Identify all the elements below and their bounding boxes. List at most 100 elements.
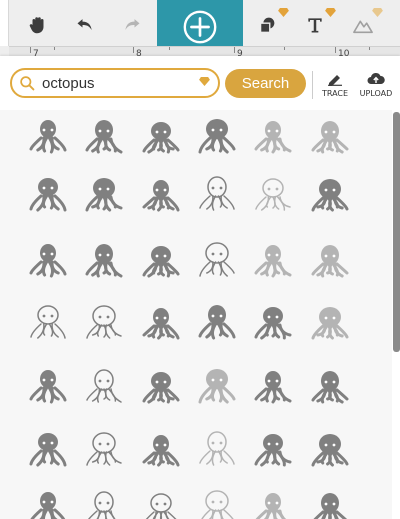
octopus-clipart-cut-icon bbox=[313, 493, 348, 519]
result-octopus-faint-curly[interactable] bbox=[302, 294, 358, 350]
octopus-star-tentacles-icon bbox=[142, 180, 180, 212]
result-octopus-circles[interactable] bbox=[76, 294, 132, 350]
result-octopus-patterned[interactable] bbox=[302, 358, 358, 414]
text-icon bbox=[308, 18, 322, 33]
octopus-tribal-icon bbox=[311, 434, 349, 467]
result-squid-simple[interactable] bbox=[133, 294, 189, 350]
octopus-hook-icon bbox=[29, 370, 67, 404]
octopus-tentacle-curl-icon bbox=[311, 121, 349, 154]
upload-label: UPLOAD bbox=[359, 89, 393, 98]
search-input[interactable] bbox=[42, 73, 192, 93]
image-icon bbox=[353, 20, 373, 34]
result-octopus-faint-cut[interactable] bbox=[245, 480, 301, 519]
result-octopus-cartoon-face[interactable] bbox=[133, 110, 189, 164]
octopus-long-legs-icon bbox=[85, 178, 123, 212]
result-octopus-star-tentacles[interactable] bbox=[133, 166, 189, 222]
result-octopus-hook[interactable] bbox=[20, 358, 76, 414]
plus-circle-icon bbox=[183, 10, 217, 44]
result-octopus-bubbles-cute[interactable] bbox=[189, 232, 245, 288]
octopus-line-art-icon bbox=[199, 431, 235, 466]
result-octopus-wavy[interactable] bbox=[76, 480, 132, 519]
octopus-faint-outline-icon bbox=[254, 245, 292, 278]
search-icon bbox=[20, 76, 35, 91]
undo-icon bbox=[77, 19, 92, 30]
premium-gem-icon bbox=[372, 8, 383, 17]
result-octopus-swirl[interactable] bbox=[245, 110, 301, 164]
octopus-big-eyes-icon bbox=[142, 372, 180, 404]
redo-button[interactable] bbox=[115, 8, 149, 42]
octopus-wavy-icon bbox=[87, 491, 116, 519]
octopus-compact-icon bbox=[29, 244, 67, 278]
result-octopus-faint-outline[interactable] bbox=[245, 232, 301, 288]
result-octopus-tiny-faint[interactable] bbox=[189, 358, 245, 414]
octopus-robot-icon bbox=[29, 433, 67, 467]
result-squid-sketch[interactable] bbox=[76, 110, 132, 164]
result-squid-vertical[interactable] bbox=[133, 421, 189, 477]
result-octopus-tall[interactable] bbox=[189, 294, 245, 350]
result-octopus-clipart-cut[interactable] bbox=[302, 480, 358, 519]
image-search-panel: Search TRACE UPLOAD bbox=[0, 56, 400, 519]
undo-button[interactable] bbox=[68, 8, 102, 42]
result-octopus-mermaid[interactable] bbox=[133, 232, 189, 288]
divider bbox=[312, 71, 313, 99]
premium-gem-icon bbox=[199, 77, 210, 86]
octopus-flat-small-icon bbox=[29, 178, 67, 212]
search-box[interactable] bbox=[10, 68, 220, 98]
trace-icon bbox=[328, 75, 342, 86]
octopus-faint-cut-icon bbox=[255, 493, 287, 519]
search-button[interactable]: Search bbox=[225, 69, 306, 98]
result-octopus-sketch[interactable] bbox=[133, 480, 189, 519]
shapes-icon bbox=[259, 17, 275, 34]
result-octopus-outline-round[interactable] bbox=[189, 166, 245, 222]
octopus-screaming-icon bbox=[86, 432, 122, 466]
octopus-outline-cut-icon bbox=[201, 490, 234, 519]
hand-tool-button[interactable] bbox=[21, 8, 55, 42]
octopus-swirl-icon bbox=[254, 121, 292, 154]
octopus-ornate-icon bbox=[254, 434, 292, 467]
octopus-partial-icon bbox=[30, 492, 66, 519]
upload-button[interactable]: UPLOAD bbox=[356, 72, 396, 104]
result-octopus-outline-cut[interactable] bbox=[189, 480, 245, 519]
octopus-bubbles-cute-icon bbox=[199, 242, 235, 277]
octopus-cartoon-face-icon bbox=[142, 122, 180, 154]
octopus-mermaid-icon bbox=[142, 246, 180, 278]
result-octopus-solid[interactable] bbox=[20, 110, 76, 164]
scrollbar[interactable] bbox=[393, 112, 400, 352]
hand-icon bbox=[29, 17, 44, 34]
octopus-ghost-outline-icon bbox=[255, 178, 291, 211]
octopus-blob-icon bbox=[254, 307, 292, 340]
result-octopus-big-eyes[interactable] bbox=[133, 358, 189, 414]
result-octopus-rings[interactable] bbox=[245, 358, 301, 414]
result-octopus-faint-small[interactable] bbox=[302, 232, 358, 288]
result-octopus-line-small[interactable] bbox=[20, 294, 76, 350]
result-octopus-screaming[interactable] bbox=[76, 421, 132, 477]
result-octopus-ornate[interactable] bbox=[245, 421, 301, 477]
result-octopus-robot[interactable] bbox=[20, 421, 76, 477]
octopus-round-head-icon bbox=[198, 119, 236, 154]
result-octopus-tribal[interactable] bbox=[302, 421, 358, 477]
squid-vertical-icon bbox=[142, 435, 180, 467]
result-octopus-tentacle-curl[interactable] bbox=[302, 110, 358, 164]
top-toolbar: 7 8 9 10 bbox=[0, 0, 400, 62]
result-octopus-blob[interactable] bbox=[245, 294, 301, 350]
result-octopus-compact[interactable] bbox=[20, 232, 76, 288]
octopus-tiny-faint-icon bbox=[198, 369, 236, 404]
search-row: Search TRACE UPLOAD bbox=[0, 56, 400, 110]
result-octopus-partial[interactable] bbox=[20, 480, 76, 519]
squid-sketch-icon bbox=[85, 120, 123, 154]
trace-button[interactable]: TRACE bbox=[315, 72, 355, 104]
octopus-outline-round-icon bbox=[199, 176, 235, 211]
octopus-circles-icon bbox=[86, 305, 122, 339]
premium-gem-icon bbox=[325, 8, 336, 17]
result-octopus-spotted[interactable] bbox=[76, 358, 132, 414]
result-octopus-long-legs[interactable] bbox=[76, 166, 132, 222]
result-octopus-round-head[interactable] bbox=[189, 110, 245, 164]
result-octopus-curly[interactable] bbox=[76, 232, 132, 288]
redo-icon bbox=[125, 19, 140, 30]
octopus-sketch-icon bbox=[145, 493, 177, 519]
result-octopus-ghost-outline[interactable] bbox=[245, 166, 301, 222]
result-octopus-swimming[interactable] bbox=[302, 166, 358, 222]
octopus-spotted-icon bbox=[86, 369, 122, 403]
result-octopus-line-art[interactable] bbox=[189, 421, 245, 477]
result-octopus-flat-small[interactable] bbox=[20, 166, 76, 222]
